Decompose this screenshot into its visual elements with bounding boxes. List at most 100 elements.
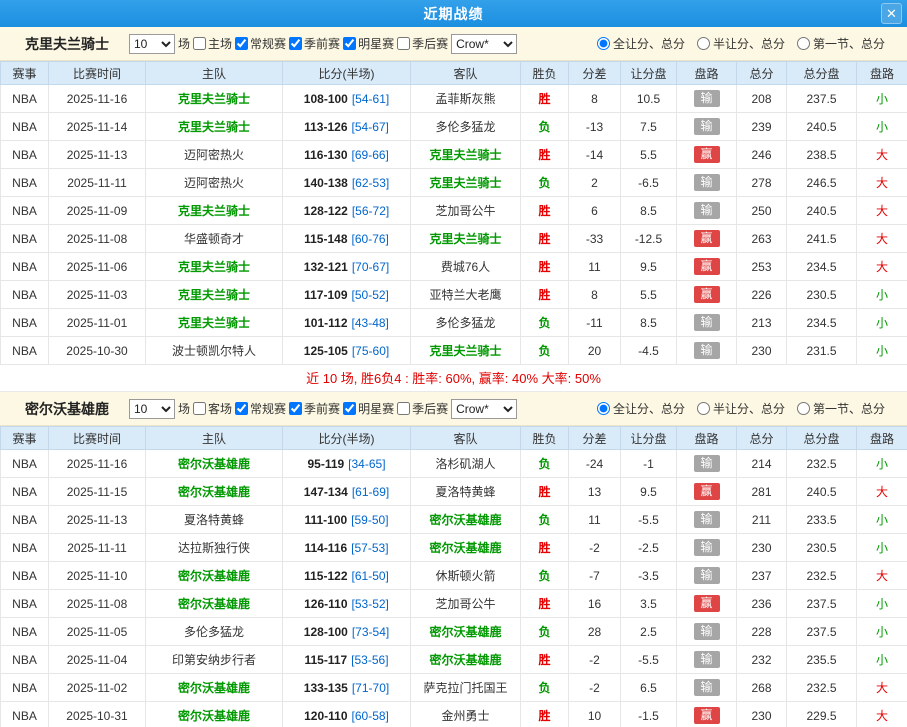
games-count-select[interactable]: 10 [129, 34, 175, 54]
home-team-name[interactable]: 华盛顿奇才 [184, 232, 244, 246]
over-under-flag: 大 [876, 232, 888, 246]
away-team-name[interactable]: 克里夫兰骑士 [429, 232, 501, 246]
home-team-name[interactable]: 克里夫兰骑士 [178, 316, 250, 330]
home-team-name[interactable]: 密尔沃基雄鹿 [178, 569, 250, 583]
checkbox-input[interactable] [343, 402, 356, 415]
filter-checkbox[interactable]: 明星赛 [340, 35, 394, 52]
filter-checkbox[interactable]: 季后赛 [394, 400, 448, 417]
halftime-score: [34-65] [348, 457, 385, 471]
team-name: 密尔沃基雄鹿 [8, 399, 126, 419]
filter-checkbox[interactable]: 常规赛 [232, 35, 286, 52]
filter-checkbox[interactable]: 常规赛 [232, 400, 286, 417]
odds-type-radio[interactable]: 全让分、总分 [597, 400, 685, 417]
away-team-name[interactable]: 密尔沃基雄鹿 [429, 513, 501, 527]
away-team-name[interactable]: 克里夫兰骑士 [429, 148, 501, 162]
away-team-name[interactable]: 亚特兰大老鹰 [429, 288, 501, 302]
checkbox-input[interactable] [193, 402, 206, 415]
filter-checkbox[interactable]: 明星赛 [340, 400, 394, 417]
cell-total-line: 234.5 [787, 253, 857, 281]
home-team-name[interactable]: 达拉斯独行侠 [178, 541, 250, 555]
home-team-name[interactable]: 迈阿密热火 [184, 148, 244, 162]
final-score: 133-135 [304, 681, 348, 695]
home-team-name[interactable]: 印第安纳步行者 [172, 653, 256, 667]
checkbox-input[interactable] [397, 37, 410, 50]
radio-input[interactable] [697, 402, 710, 415]
home-team-name[interactable]: 克里夫兰骑士 [178, 204, 250, 218]
away-team-name[interactable]: 克里夫兰骑士 [429, 176, 501, 190]
away-team-name[interactable]: 夏洛特黄蜂 [435, 485, 495, 499]
filter-checkbox[interactable]: 季前赛 [286, 35, 340, 52]
radio-input[interactable] [597, 402, 610, 415]
away-team-name[interactable]: 孟菲斯灰熊 [435, 92, 495, 106]
radio-input[interactable] [797, 37, 810, 50]
cell-handicap-result: 赢 [677, 702, 737, 727]
odds-type-radio[interactable]: 第一节、总分 [797, 35, 885, 52]
away-team-name[interactable]: 密尔沃基雄鹿 [429, 541, 501, 555]
away-team-name[interactable]: 克里夫兰骑士 [429, 344, 501, 358]
final-score: 117-109 [304, 288, 347, 302]
cell-handicap-line: 5.5 [621, 141, 677, 169]
away-team-name[interactable]: 芝加哥公牛 [435, 597, 495, 611]
radio-input[interactable] [597, 37, 610, 50]
checkbox-input[interactable] [343, 37, 356, 50]
checkbox-input[interactable] [397, 402, 410, 415]
radio-input[interactable] [697, 37, 710, 50]
home-team-name[interactable]: 克里夫兰骑士 [178, 120, 250, 134]
odds-type-radio[interactable]: 半让分、总分 [697, 35, 785, 52]
checkbox-input[interactable] [289, 402, 302, 415]
result-row: NBA2025-11-13夏洛特黄蜂111-100[59-50]密尔沃基雄鹿负1… [1, 506, 907, 534]
cell-over-under: 小 [857, 337, 907, 365]
away-team-name[interactable]: 休斯顿火箭 [435, 569, 495, 583]
radio-input[interactable] [797, 402, 810, 415]
results-table: 赛事比赛时间主队比分(半场)客队胜负分差让分盘盘路总分总分盘盘路 NBA2025… [0, 426, 907, 727]
home-team-name[interactable]: 克里夫兰骑士 [178, 260, 250, 274]
column-header: 赛事 [1, 62, 49, 85]
home-team-name[interactable]: 波士顿凯尔特人 [172, 344, 256, 358]
cell-league: NBA [1, 281, 49, 309]
filter-checkbox[interactable]: 客场 [190, 400, 232, 417]
home-team-name[interactable]: 密尔沃基雄鹿 [178, 457, 250, 471]
bookmaker-select[interactable]: Crow* [451, 34, 517, 54]
away-team-name[interactable]: 金州勇士 [441, 709, 489, 723]
cell-home-team: 密尔沃基雄鹿 [146, 450, 283, 478]
odds-type-radio[interactable]: 第一节、总分 [797, 400, 885, 417]
home-team-name[interactable]: 多伦多猛龙 [184, 625, 244, 639]
home-team-name[interactable]: 密尔沃基雄鹿 [178, 681, 250, 695]
home-team-name[interactable]: 密尔沃基雄鹿 [178, 485, 250, 499]
home-team-name[interactable]: 克里夫兰骑士 [178, 288, 250, 302]
home-team-name[interactable]: 夏洛特黄蜂 [184, 513, 244, 527]
cell-total-points: 230 [737, 337, 787, 365]
final-score: 140-138 [304, 176, 348, 190]
cell-point-diff: 13 [569, 478, 621, 506]
games-count-select[interactable]: 10 [129, 399, 175, 419]
home-team-name[interactable]: 密尔沃基雄鹿 [178, 709, 250, 723]
win-loss-flag: 负 [538, 681, 550, 695]
checkbox-input[interactable] [193, 37, 206, 50]
cell-result: 负 [521, 562, 569, 590]
away-team-name[interactable]: 费城76人 [441, 260, 490, 274]
odds-type-radio[interactable]: 全让分、总分 [597, 35, 685, 52]
away-team-name[interactable]: 密尔沃基雄鹿 [429, 653, 501, 667]
home-team-name[interactable]: 克里夫兰骑士 [178, 92, 250, 106]
checkbox-input[interactable] [235, 37, 248, 50]
checkbox-input[interactable] [289, 37, 302, 50]
away-team-name[interactable]: 密尔沃基雄鹿 [429, 625, 501, 639]
filter-checkbox[interactable]: 主场 [190, 35, 232, 52]
cell-handicap-result: 输 [677, 197, 737, 225]
bookmaker-select[interactable]: Crow* [451, 399, 517, 419]
away-team-name[interactable]: 芝加哥公牛 [435, 204, 495, 218]
close-button[interactable]: ✕ [881, 3, 902, 24]
cell-over-under: 大 [857, 169, 907, 197]
halftime-score: [62-53] [352, 176, 389, 190]
away-team-name[interactable]: 萨克拉门托国王 [423, 681, 507, 695]
filter-checkbox[interactable]: 季后赛 [394, 35, 448, 52]
home-team-name[interactable]: 迈阿密热火 [184, 176, 244, 190]
away-team-name[interactable]: 多伦多猛龙 [435, 316, 495, 330]
checkbox-input[interactable] [235, 402, 248, 415]
odds-type-radio[interactable]: 半让分、总分 [697, 400, 785, 417]
away-team-name[interactable]: 多伦多猛龙 [435, 120, 495, 134]
filter-checkbox[interactable]: 季前赛 [286, 400, 340, 417]
away-team-name[interactable]: 洛杉矶湖人 [435, 457, 495, 471]
final-score: 113-126 [304, 120, 347, 134]
home-team-name[interactable]: 密尔沃基雄鹿 [178, 597, 250, 611]
